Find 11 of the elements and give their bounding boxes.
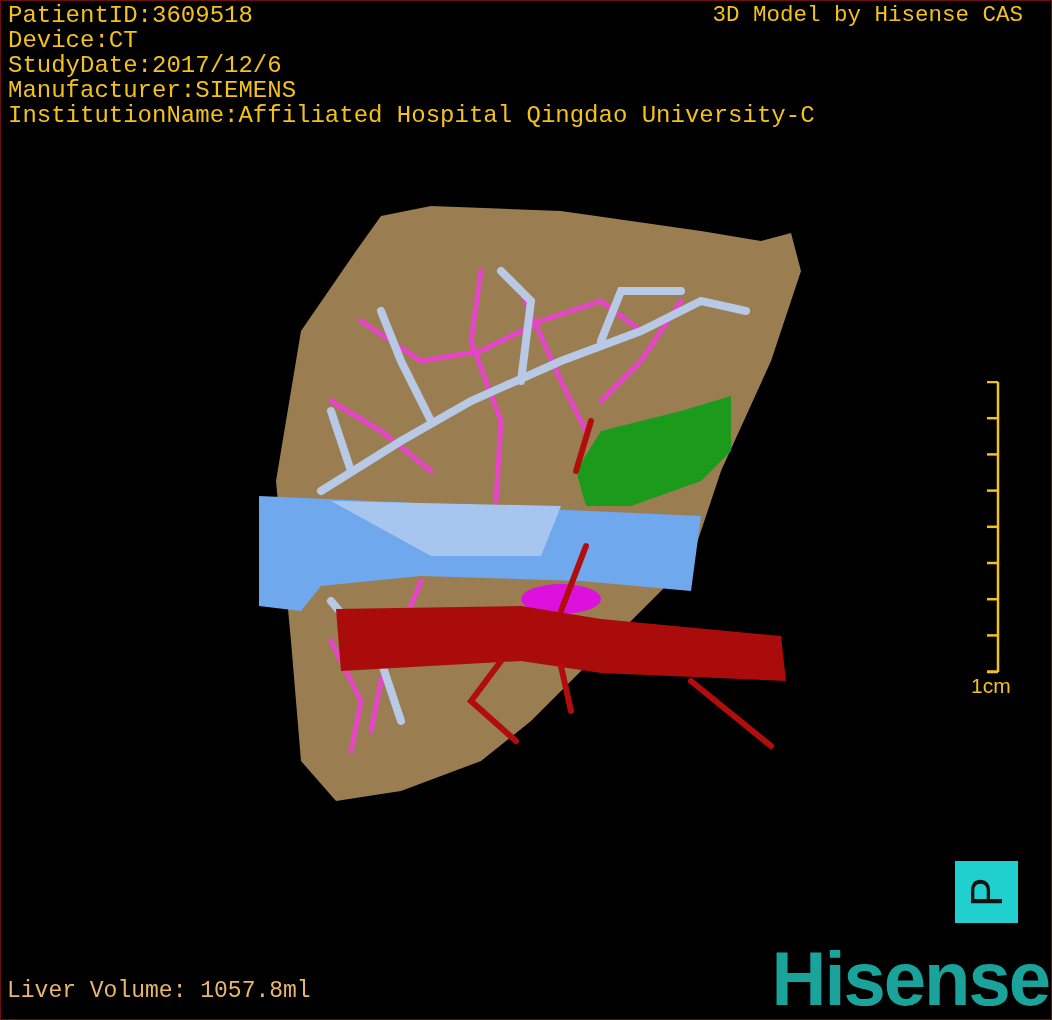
model-credit-text: 3D Model by Hisense CAS	[712, 3, 1023, 28]
liver-volume-text: Liver Volume: 1057.8ml	[7, 978, 311, 1004]
orientation-cube[interactable]: P	[955, 861, 1018, 923]
scale-label: 1cm	[971, 675, 1011, 697]
patient-info-text: Device:CT	[8, 28, 138, 53]
patient-info-text: PatientID:3609518	[8, 3, 253, 28]
logo: Hisense	[771, 939, 1049, 1019]
patient-info-text: InstitutionName:Affiliated Hospital Qingdao University-C	[8, 103, 815, 128]
patient-info-text: Manufacturer:SIEMENS	[8, 78, 297, 103]
patient-info-text: StudyDate:2017/12/6	[8, 53, 282, 78]
scale-bar-icon	[986, 381, 1000, 675]
